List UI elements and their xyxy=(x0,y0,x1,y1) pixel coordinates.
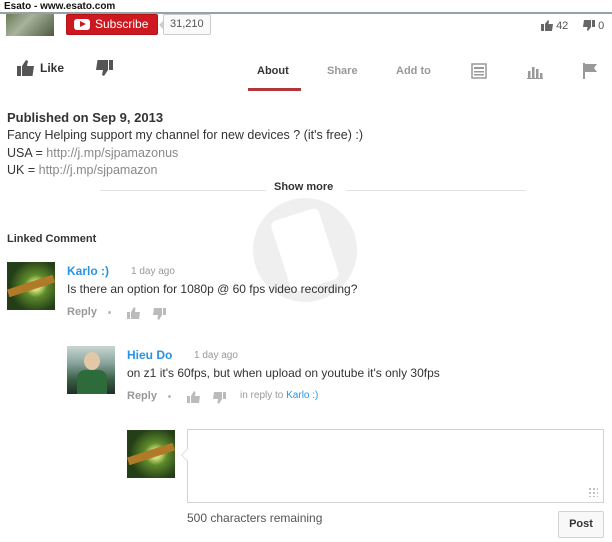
channel-avatar[interactable] xyxy=(6,14,54,36)
comment-text: Is there an option for 1080p @ 60 fps vi… xyxy=(67,282,358,296)
thumbs-up-icon xyxy=(17,60,34,76)
tab-share[interactable]: Share xyxy=(327,65,358,77)
description-label: USA = xyxy=(7,146,47,160)
comment-actions: Reply xyxy=(127,390,157,402)
current-user-avatar xyxy=(127,430,175,478)
show-more-button[interactable]: Show more xyxy=(274,181,333,193)
affiliate-link-usa[interactable]: http://j.mp/sjpamazonus xyxy=(46,146,178,160)
post-button[interactable]: Post xyxy=(558,511,604,538)
thumbs-down-icon[interactable] xyxy=(153,308,166,320)
thumbs-down-icon xyxy=(96,60,113,76)
transcript-button[interactable] xyxy=(471,63,487,84)
description-label: UK = xyxy=(7,163,39,177)
avatar[interactable] xyxy=(67,346,115,394)
dislike-count: 0 xyxy=(598,20,605,32)
thumbs-down-icon xyxy=(583,20,595,31)
like-label: Like xyxy=(40,61,65,75)
tab-add-to[interactable]: Add to xyxy=(396,65,431,77)
stats-button[interactable] xyxy=(527,63,543,84)
transcript-icon xyxy=(471,63,487,79)
resize-grip-icon[interactable] xyxy=(588,487,598,497)
description-line: USA = http://j.mp/sjpamazonus xyxy=(7,146,178,160)
dislike-button[interactable] xyxy=(96,60,113,81)
like-button[interactable]: Like xyxy=(17,60,64,76)
like-count: 42 xyxy=(556,20,569,32)
stats-icon xyxy=(527,67,543,79)
subscriber-count: 31,210 xyxy=(159,14,211,35)
in-reply-to-link[interactable]: Karlo :) xyxy=(286,390,318,401)
divider xyxy=(100,190,266,191)
youtube-logo-icon xyxy=(74,19,90,30)
comment-timestamp[interactable]: 1 day ago xyxy=(194,350,238,361)
in-reply-to: in reply to Karlo :) xyxy=(240,390,318,401)
like-count-display: 42 xyxy=(541,20,568,32)
description-line: UK = http://j.mp/sjpamazon xyxy=(7,163,157,177)
reply-button[interactable]: Reply xyxy=(67,306,97,318)
subscribe-button[interactable]: Subscribe xyxy=(66,14,158,35)
report-button[interactable] xyxy=(582,63,598,84)
thumbs-up-icon xyxy=(541,20,553,31)
separator-dot xyxy=(108,311,111,314)
window-titlebar: Esato - www.esato.com xyxy=(0,0,612,14)
avatar[interactable] xyxy=(7,262,55,310)
description-line: Fancy Helping support my channel for new… xyxy=(7,128,364,142)
affiliate-link-uk[interactable]: http://j.mp/sjpamazon xyxy=(39,163,158,177)
tab-about[interactable]: About xyxy=(257,65,289,77)
flag-icon xyxy=(583,63,597,79)
reply-textarea[interactable] xyxy=(181,429,604,503)
thumbs-down-icon[interactable] xyxy=(213,392,226,404)
dislike-count-display: 0 xyxy=(583,20,604,32)
thumbs-up-icon[interactable] xyxy=(187,391,200,403)
reply-button[interactable]: Reply xyxy=(127,390,157,402)
published-date: Published on Sep 9, 2013 xyxy=(7,110,164,125)
comment-author[interactable]: Hieu Do xyxy=(127,348,172,362)
characters-remaining: 500 characters remaining xyxy=(187,511,323,525)
separator-dot xyxy=(168,395,171,398)
divider xyxy=(346,190,526,191)
comment-author[interactable]: Karlo :) xyxy=(67,264,109,278)
subscribe-label: Subscribe xyxy=(95,17,149,31)
window-title: Esato - www.esato.com xyxy=(4,1,116,12)
comment-actions: Reply xyxy=(67,306,97,318)
active-tab-indicator xyxy=(248,88,301,91)
comment-text: on z1 it's 60fps, but when upload on you… xyxy=(127,366,440,380)
thumbs-up-icon[interactable] xyxy=(127,307,140,319)
comment-timestamp[interactable]: 1 day ago xyxy=(131,266,175,277)
linked-comment-heading: Linked Comment xyxy=(7,233,97,245)
action-bar: Like About Share Add to xyxy=(0,55,612,91)
in-reply-prefix: in reply to xyxy=(240,390,284,401)
